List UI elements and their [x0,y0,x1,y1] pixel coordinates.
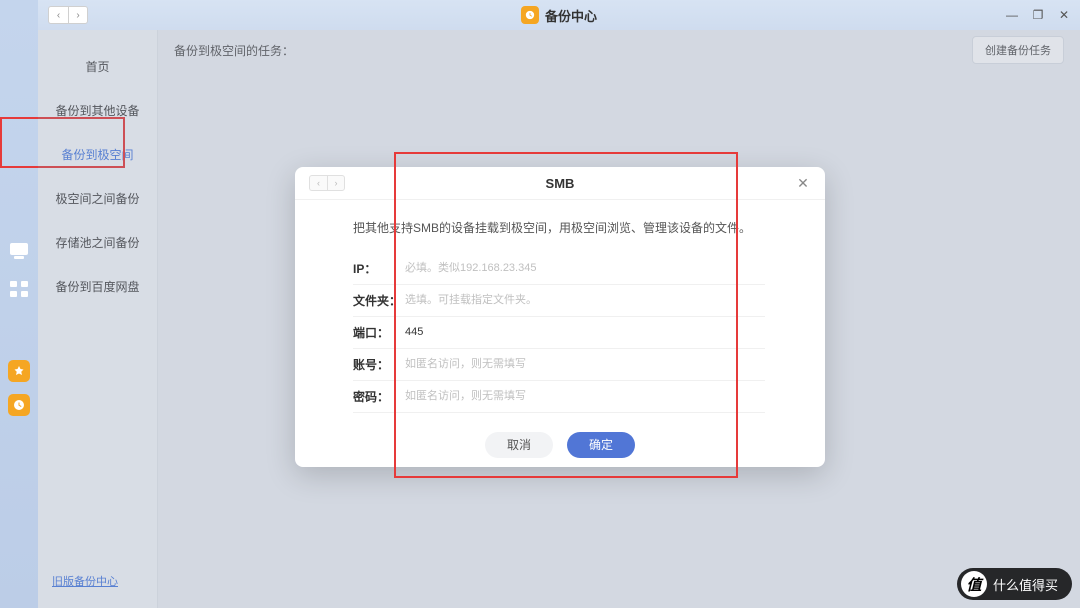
modal-footer: 取消 确定 [295,423,825,467]
nav-forward-button[interactable]: › [68,6,88,24]
password-input[interactable] [405,388,765,404]
watermark: 值 什么值得买 [957,568,1072,600]
field-label-password: 密码： [353,388,405,405]
port-input[interactable] [405,324,765,340]
field-label-account: 账号： [353,356,405,373]
app-icon [521,6,539,24]
dock-monitor-icon[interactable] [9,240,29,258]
window-title: 备份中心 [521,6,597,25]
window-controls: ― ❐ ✕ [1006,9,1070,21]
field-row-password: 密码： [353,381,765,413]
close-button[interactable]: ✕ [1058,9,1070,21]
os-dock [0,0,38,608]
field-row-ip: IP： [353,253,765,285]
watermark-badge-icon: 值 [961,571,987,597]
field-row-account: 账号： [353,349,765,381]
folder-input[interactable] [405,292,765,308]
maximize-button[interactable]: ❐ [1032,9,1044,21]
modal-close-button[interactable]: ✕ [795,175,811,191]
field-label-port: 端口： [353,324,405,341]
field-row-folder: 文件夹： [353,285,765,317]
modal-title: SMB [546,176,575,191]
field-row-port: 端口： [353,317,765,349]
dock-apps-icon[interactable] [9,280,29,298]
modal-back-button[interactable]: ‹ [309,175,327,191]
account-input[interactable] [405,356,765,372]
ok-button[interactable]: 确定 [567,432,635,458]
modal-header: ‹ › SMB ✕ [295,167,825,200]
modal-nav: ‹ › [309,175,345,191]
nav-back-button[interactable]: ‹ [48,6,68,24]
cancel-button[interactable]: 取消 [485,432,553,458]
modal-forward-button[interactable]: › [327,175,345,191]
window-title-text: 备份中心 [545,6,597,25]
field-label-folder: 文件夹： [353,292,405,309]
dock-backup-app2-icon[interactable] [8,394,30,416]
watermark-text: 什么值得买 [993,575,1058,594]
minimize-button[interactable]: ― [1006,9,1018,21]
field-label-ip: IP： [353,260,405,277]
title-bar: ‹ › 备份中心 ― ❐ ✕ [38,0,1080,30]
ip-input[interactable] [405,260,765,276]
nav-buttons: ‹ › [48,6,88,24]
dock-backup-app-icon[interactable] [8,360,30,382]
modal-description: 把其他支持SMB的设备挂载到极空间，用极空间浏览、管理该设备的文件。 [353,218,765,238]
modal-body: 把其他支持SMB的设备挂载到极空间，用极空间浏览、管理该设备的文件。 IP： 文… [295,200,825,422]
smb-modal: ‹ › SMB ✕ 把其他支持SMB的设备挂载到极空间，用极空间浏览、管理该设备… [295,167,825,467]
